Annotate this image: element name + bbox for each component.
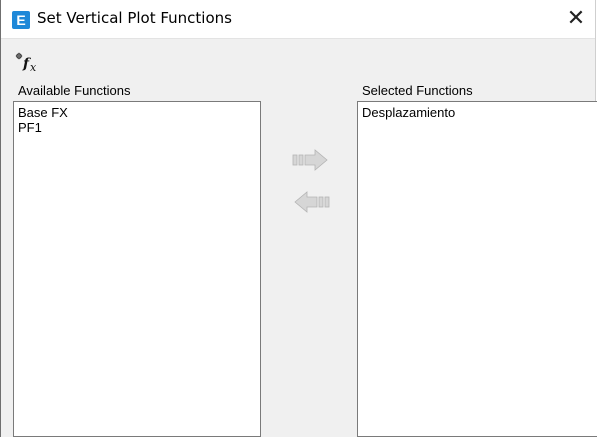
dialog-window: E Set Vertical Plot Functions ✕ f x Avai… xyxy=(0,0,597,437)
selected-functions-label: Selected Functions xyxy=(362,83,473,98)
arrow-left-icon xyxy=(294,191,330,213)
title-bar: E Set Vertical Plot Functions ✕ xyxy=(1,0,595,39)
list-item[interactable]: PF1 xyxy=(17,120,257,135)
list-item[interactable]: Desplazamiento xyxy=(361,105,594,120)
add-function-button[interactable] xyxy=(291,148,331,172)
app-logo-icon: E xyxy=(12,11,30,29)
arrow-right-icon xyxy=(292,149,328,171)
available-functions-label: Available Functions xyxy=(18,83,131,98)
svg-text:x: x xyxy=(30,61,37,74)
available-functions-list[interactable]: Base FX PF1 xyxy=(13,101,261,437)
remove-function-button[interactable] xyxy=(291,190,331,214)
list-item[interactable]: Base FX xyxy=(17,105,257,120)
window-title: Set Vertical Plot Functions xyxy=(37,9,232,27)
function-fx-button[interactable]: f x xyxy=(15,51,45,75)
close-button[interactable]: ✕ xyxy=(557,0,595,38)
selected-functions-list[interactable]: Desplazamiento xyxy=(357,101,597,437)
function-fx-icon: f x xyxy=(15,52,37,74)
